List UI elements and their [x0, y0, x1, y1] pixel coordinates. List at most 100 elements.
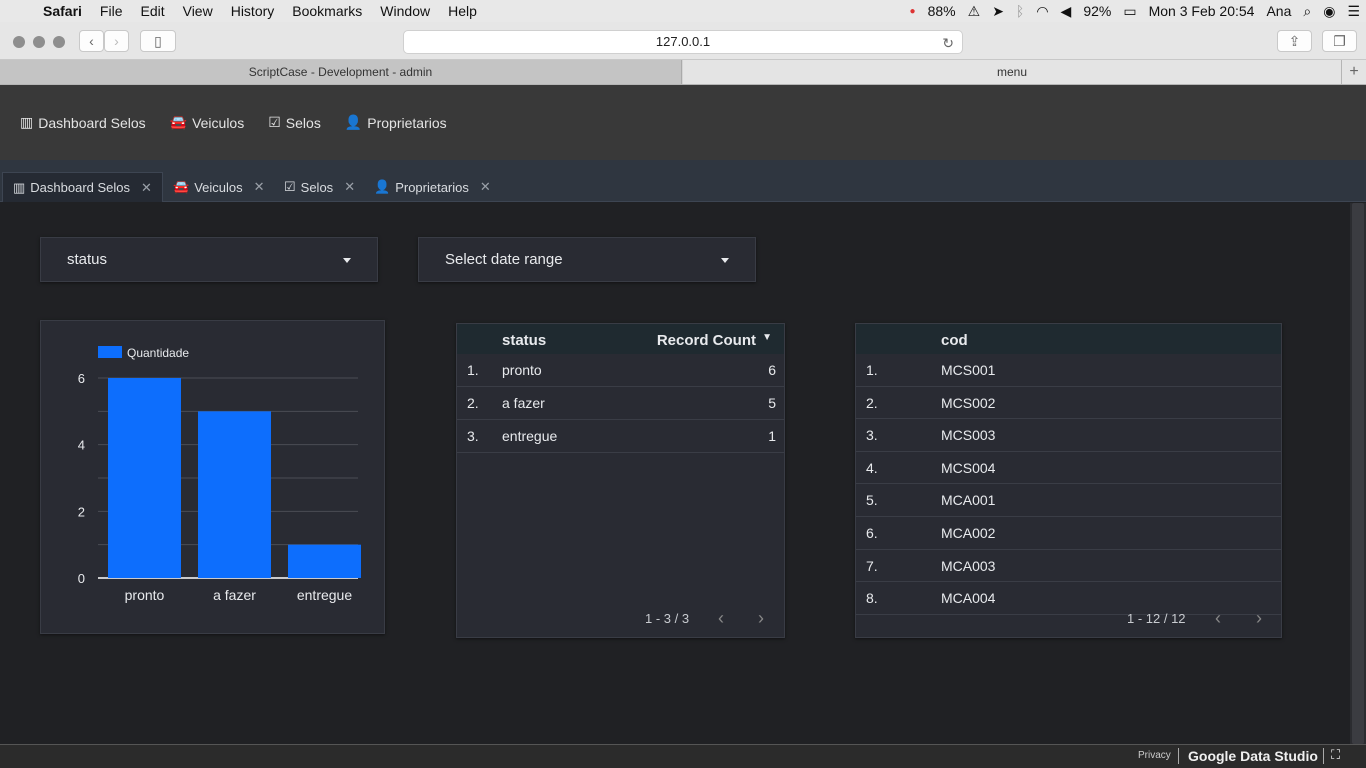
back-button[interactable]: ‹	[79, 30, 104, 52]
close-window-button[interactable]	[13, 36, 25, 48]
new-tab-button[interactable]: +	[1341, 60, 1366, 84]
row-number: 4.	[866, 459, 878, 476]
row-cod: MCA003	[941, 557, 996, 574]
battery-status-2[interactable]: 92%	[1077, 3, 1117, 19]
table-row[interactable]: 1. MCS001	[856, 354, 1281, 387]
row-number: 1.	[866, 362, 878, 378]
fullscreen-icon[interactable]: ⛶	[1331, 747, 1340, 763]
close-tab-icon[interactable]: ✕	[254, 179, 265, 195]
app-navbar: ▥ Dashboard Selos 🚘 Veiculos ☑ Selos 👤 P…	[0, 85, 1366, 160]
wifi-icon[interactable]: ◠	[1030, 3, 1054, 20]
table-row[interactable]: 5. MCA001	[856, 484, 1281, 517]
tab-veiculos[interactable]: 🚘 Veiculos ✕	[163, 172, 275, 202]
google-data-studio-logo[interactable]: Google Data Studio	[1188, 748, 1318, 764]
spotlight-icon[interactable]: ⌕	[1297, 3, 1317, 20]
page-scrollbar[interactable]	[1350, 203, 1366, 744]
table-row[interactable]: 1. pronto 6	[457, 354, 784, 387]
browser-tab-scriptcase[interactable]: ScriptCase - Development - admin	[0, 60, 682, 84]
zoom-window-button[interactable]	[53, 36, 65, 48]
table-row[interactable]: 3. entregue 1	[457, 420, 784, 453]
status-filter-dropdown[interactable]: status	[40, 237, 378, 282]
record-icon[interactable]: ●	[904, 6, 922, 17]
nav-veiculos[interactable]: 🚘 Veiculos	[170, 114, 245, 131]
close-tab-icon[interactable]: ✕	[141, 180, 152, 196]
privacy-link[interactable]: Privacy	[1138, 750, 1171, 761]
tab-dashboard-selos[interactable]: ▥ Dashboard Selos ✕	[2, 172, 163, 202]
telegram-icon[interactable]: ➤	[986, 3, 1010, 20]
checkbox-icon: ☑	[268, 114, 281, 130]
table-row[interactable]: 2. a fazer 5	[457, 387, 784, 420]
prev-page-icon[interactable]: ‹	[718, 608, 724, 629]
address-bar[interactable]: 127.0.0.1 ↻	[403, 30, 963, 54]
tabs-icon: ❐	[1333, 32, 1346, 49]
row-count: 1	[768, 428, 776, 444]
row-cod: MCS003	[941, 427, 996, 444]
menu-help[interactable]: Help	[439, 3, 486, 19]
user-name[interactable]: Ana	[1260, 3, 1297, 19]
bluetooth-icon[interactable]: ᛒ	[1010, 3, 1030, 19]
menu-window[interactable]: Window	[371, 3, 439, 19]
sidebar-button[interactable]: ▯	[140, 30, 176, 52]
nav-dashboard-selos[interactable]: ▥ Dashboard Selos	[20, 114, 146, 131]
tabs-overview-button[interactable]: ❐	[1322, 30, 1357, 52]
menu-history[interactable]: History	[222, 3, 284, 19]
header-status[interactable]: status	[502, 332, 546, 349]
plus-icon: +	[1349, 63, 1359, 80]
bar-a-fazer[interactable]	[198, 411, 271, 578]
date-range-dropdown[interactable]: Select date range	[418, 237, 756, 282]
cod-table-card: cod 1. MCS001 2. MCS002 3. MCS003 4. MCS004 5. MC…	[855, 323, 1282, 638]
user-icon: 👤	[344, 114, 363, 130]
forward-button[interactable]: ›	[104, 30, 129, 52]
table-row[interactable]: 7. MCA003	[856, 550, 1281, 583]
next-page-icon[interactable]: ›	[758, 608, 764, 629]
minimize-window-button[interactable]	[33, 36, 45, 48]
battery-icon[interactable]: ▭	[1117, 3, 1142, 20]
table-row[interactable]: 2. MCS002	[856, 387, 1281, 420]
caret-down-icon	[721, 258, 729, 263]
nav-selos[interactable]: ☑ Selos	[268, 114, 321, 131]
row-number: 3.	[467, 428, 479, 444]
siri-icon[interactable]: ◉	[1317, 3, 1341, 20]
report-footer: Privacy Google Data Studio ⛶	[0, 744, 1366, 768]
next-page-icon[interactable]: ›	[1256, 608, 1262, 629]
y-tick-label: 2	[78, 504, 85, 519]
browser-tab-menu[interactable]: menu	[683, 60, 1341, 84]
menu-app-name[interactable]: Safari	[34, 3, 91, 19]
scrollbar-thumb[interactable]	[1352, 203, 1364, 744]
menu-edit[interactable]: Edit	[131, 3, 173, 19]
reload-icon[interactable]: ↻	[942, 32, 954, 54]
close-tab-icon[interactable]: ✕	[344, 179, 355, 195]
tab-label: Proprietarios	[395, 179, 469, 195]
table-row[interactable]: 3. MCS003	[856, 419, 1281, 452]
legend-swatch	[98, 346, 122, 358]
row-number: 6.	[866, 525, 878, 541]
bar-entregue[interactable]	[288, 544, 361, 578]
bar-pronto[interactable]	[108, 378, 181, 578]
menu-view[interactable]: View	[174, 3, 222, 19]
table-row[interactable]: 4. MCS004	[856, 452, 1281, 485]
battery-status-1[interactable]: 88%	[922, 3, 962, 19]
status-table-pager: 1 - 3 / 3 ‹ ›	[455, 608, 784, 631]
tab-proprietarios[interactable]: 👤 Proprietarios ✕	[364, 172, 501, 202]
tab-selos[interactable]: ☑ Selos ✕	[274, 172, 365, 202]
header-cod[interactable]: cod	[941, 332, 968, 349]
status-table-header: status Record Count ▼	[457, 324, 784, 354]
alert-icon[interactable]: ⚠	[962, 3, 987, 20]
sort-desc-icon[interactable]: ▼	[762, 332, 772, 343]
divider	[1323, 748, 1324, 764]
share-button[interactable]: ⇪	[1277, 30, 1312, 52]
tab-label: Veiculos	[194, 179, 243, 195]
app-tabbar: ▥ Dashboard Selos ✕ 🚘 Veiculos ✕ ☑ Selos…	[0, 160, 1366, 202]
header-record-count[interactable]: Record Count	[657, 332, 756, 349]
notification-center-icon[interactable]: ☰	[1341, 3, 1366, 20]
table-row[interactable]: 6. MCA002	[856, 517, 1281, 550]
close-tab-icon[interactable]: ✕	[480, 179, 491, 195]
nav-proprietarios[interactable]: 👤 Proprietarios	[345, 114, 447, 131]
prev-page-icon[interactable]: ‹	[1215, 608, 1221, 629]
menu-bookmarks[interactable]: Bookmarks	[283, 3, 371, 19]
row-status: pronto	[502, 362, 542, 378]
menu-file[interactable]: File	[91, 3, 132, 19]
volume-icon[interactable]: ◀	[1055, 3, 1078, 20]
clock[interactable]: Mon 3 Feb 20:54	[1143, 3, 1261, 19]
y-tick-label: 0	[78, 571, 85, 586]
